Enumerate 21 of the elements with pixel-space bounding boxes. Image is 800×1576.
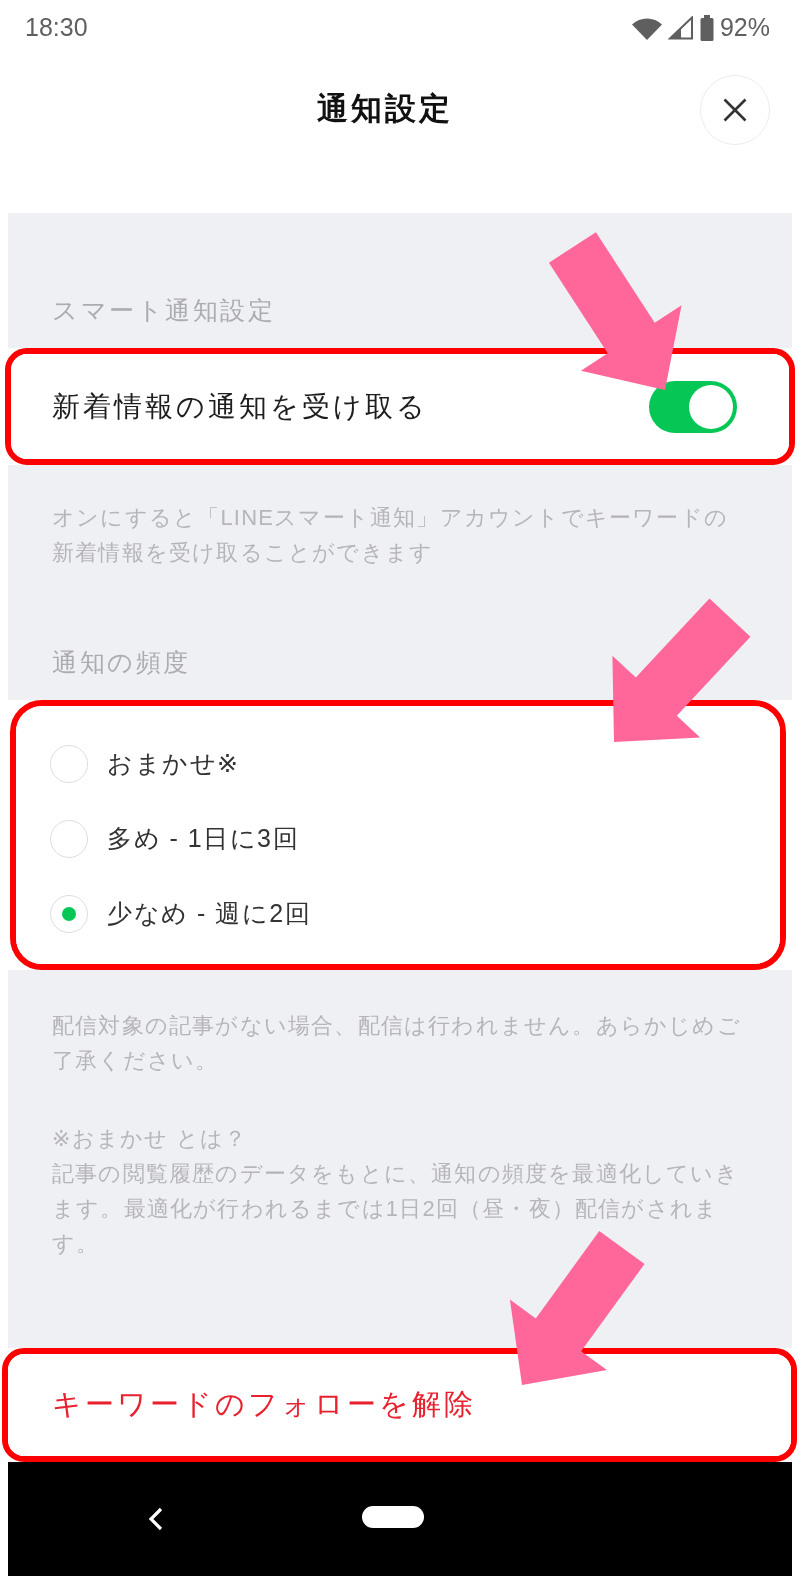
description-text: オンにすると「LINEスマート通知」アカウントでキーワードの新着情報を受け取ることができます (52, 504, 729, 567)
back-icon[interactable] (148, 1507, 164, 1531)
toggle-label: 新着情報の通知を受け取る (52, 389, 428, 424)
unfollow-button[interactable]: キーワードのフォローを解除 (8, 1354, 791, 1456)
toggle-switch[interactable] (649, 380, 737, 433)
close-icon (723, 97, 747, 122)
battery-percent: 92% (719, 13, 770, 42)
radio-option[interactable]: おまかせ※ (50, 726, 780, 801)
screen-title: 通知設定 (317, 89, 453, 128)
section-heading: スマート通知設定 (52, 295, 276, 326)
home-button[interactable] (362, 1506, 424, 1528)
battery-icon (699, 14, 714, 41)
signal-icon (667, 15, 694, 40)
radio-option[interactable]: 多め - 1日に3回 (50, 801, 780, 876)
section-heading: 通知の頻度 (52, 647, 192, 678)
radio-option[interactable]: 少なめ - 週に2回 (50, 876, 780, 951)
status-time: 18:30 (25, 13, 88, 42)
notice-text: 配信対象の記事がない場合、配信は行われません。あらかじめご了承ください。 (52, 1012, 742, 1075)
help-text: 記事の閲覧履歴のデータをもとに、通知の頻度を最適化していきます。最適化が行われるまでは1日2回（昼・夜）配信がされます。 (52, 1160, 740, 1258)
help-title: ※おまかせ とは？ (52, 1125, 249, 1153)
wifi-icon (631, 15, 662, 40)
